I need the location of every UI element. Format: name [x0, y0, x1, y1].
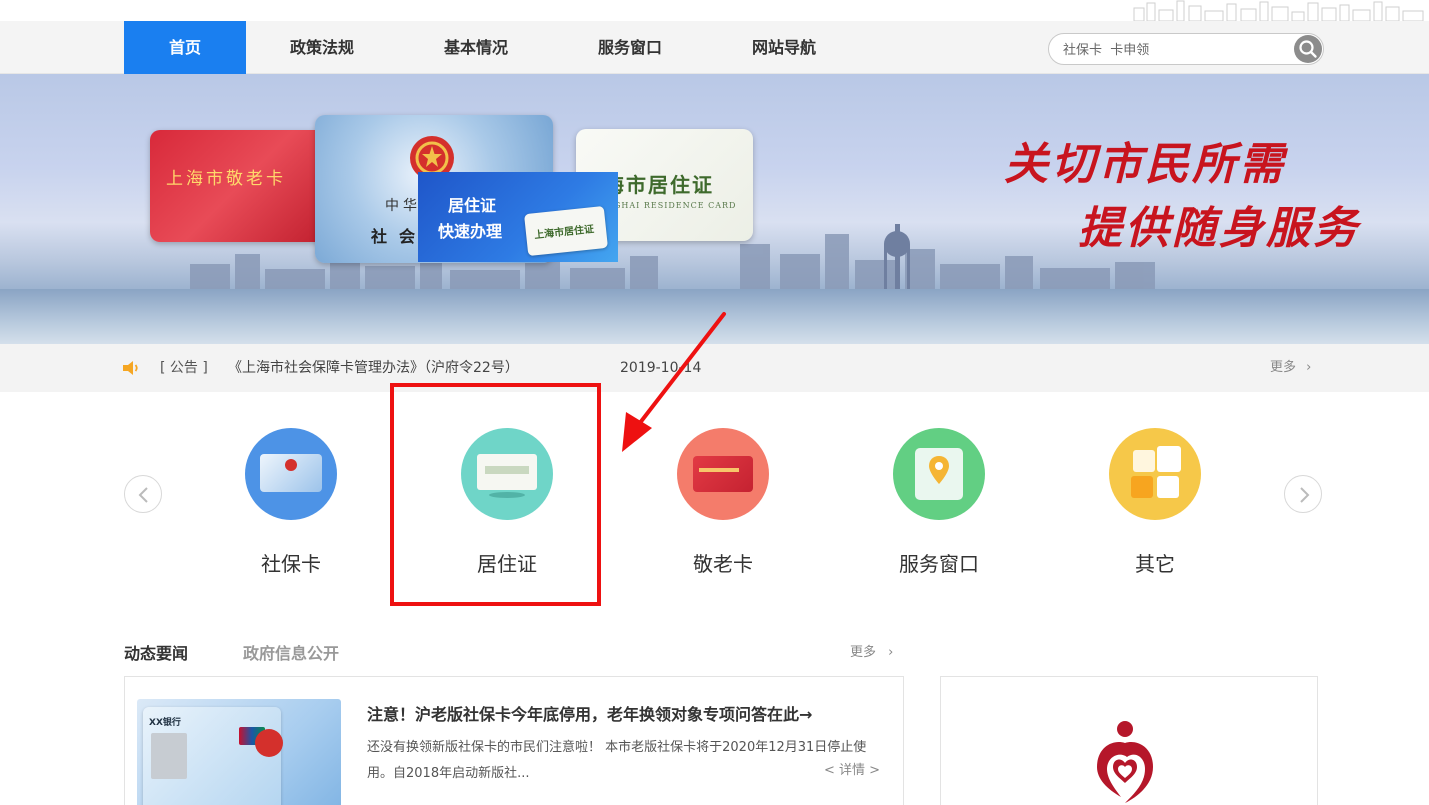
grid-blocks-icon	[1109, 428, 1201, 520]
thumb-bank-name: XX银行	[149, 718, 181, 728]
news-detail-link[interactable]: < 详情 >	[820, 759, 881, 778]
nav-item-basic-info[interactable]: 基本情况	[414, 21, 538, 74]
nav-item-service-window[interactable]: 服务窗口	[568, 21, 692, 74]
promo-line1: 居住证	[448, 196, 497, 215]
notice-more-label: 更多	[1270, 360, 1297, 375]
notice-more-link[interactable]: 更多 ›	[1270, 344, 1311, 392]
senior-card-image: 上海市敬老卡	[150, 130, 328, 242]
speaker-icon	[123, 361, 138, 375]
banner-slogan-line2: 提供随身服务	[1078, 203, 1360, 254]
chevron-right-icon	[1300, 487, 1310, 503]
news-item[interactable]: XX银行 注意！沪老版社保卡今年底停用，老年换领对象专项问答在此→ 还没有换领新…	[124, 676, 904, 805]
residence-card-subtext: NGHAI RESIDENCE CARD	[606, 201, 737, 210]
service-other[interactable]: 其它	[1080, 428, 1230, 577]
service-social-security-card[interactable]: 社保卡	[216, 428, 366, 577]
news-summary: 还没有换领新版社保卡的市民们注意啦！ 本市老版社保卡将于2020年12月31日停…	[367, 740, 867, 781]
tab-gov-info[interactable]: 政府信息公开	[243, 640, 339, 664]
banner-slogan-line1: 关切市民所需	[1004, 139, 1286, 190]
search-box	[1048, 33, 1324, 65]
service-label: 社保卡	[261, 552, 321, 576]
tab-news[interactable]: 动态要闻	[124, 640, 188, 664]
nav-item-policy[interactable]: 政策法规	[260, 21, 384, 74]
chevron-right-icon: ›	[888, 645, 894, 660]
search-button[interactable]	[1294, 35, 1322, 63]
search-icon	[1299, 40, 1317, 58]
residence-card-text: 海市居住证	[604, 173, 714, 197]
card-blue-line1: 中华	[385, 198, 421, 214]
promo-line2: 快速办理	[438, 222, 503, 241]
news-thumbnail-image: XX银行	[137, 699, 341, 805]
chevron-right-icon: ›	[1306, 360, 1312, 375]
nav-item-home[interactable]: 首页	[124, 21, 246, 74]
news-more-label: 更多	[850, 645, 877, 660]
news-title-link[interactable]: 注意！沪老版社保卡今年底停用，老年换领对象专项问答在此→	[367, 701, 812, 725]
main-nav: 首页 政策法规 基本情况 服务窗口 网站导航	[0, 21, 1429, 74]
skyline-decoration-icon	[1133, 0, 1424, 21]
carousel-prev-button[interactable]	[124, 475, 162, 513]
nav-item-site-nav[interactable]: 网站导航	[722, 21, 846, 74]
charity-heart-logo-icon	[1097, 721, 1153, 803]
mini-residence-card-image: 上海市居住证	[524, 205, 608, 257]
senior-card-text: 上海市敬老卡	[166, 169, 286, 189]
map-pin-icon	[893, 428, 985, 520]
notice-tag: [ 公告 ]	[160, 360, 208, 376]
red-arrow-icon	[622, 312, 726, 452]
chevron-left-icon	[138, 487, 148, 503]
service-label: 服务窗口	[899, 552, 979, 576]
side-panel	[940, 676, 1318, 805]
social-security-card-icon	[245, 428, 337, 520]
service-label: 敬老卡	[693, 552, 753, 576]
mini-card-text: 上海市居住证	[533, 224, 595, 242]
highlight-box	[390, 383, 601, 606]
residence-promo-badge[interactable]: 居住证 快速办理 上海市居住证	[418, 172, 618, 262]
news-more-link[interactable]: 更多 ›	[850, 641, 893, 660]
search-input[interactable]	[1063, 40, 1283, 60]
carousel-next-button[interactable]	[1284, 475, 1322, 513]
top-strip	[0, 0, 1429, 21]
service-label: 其它	[1135, 552, 1175, 576]
service-window[interactable]: 服务窗口	[864, 428, 1014, 577]
